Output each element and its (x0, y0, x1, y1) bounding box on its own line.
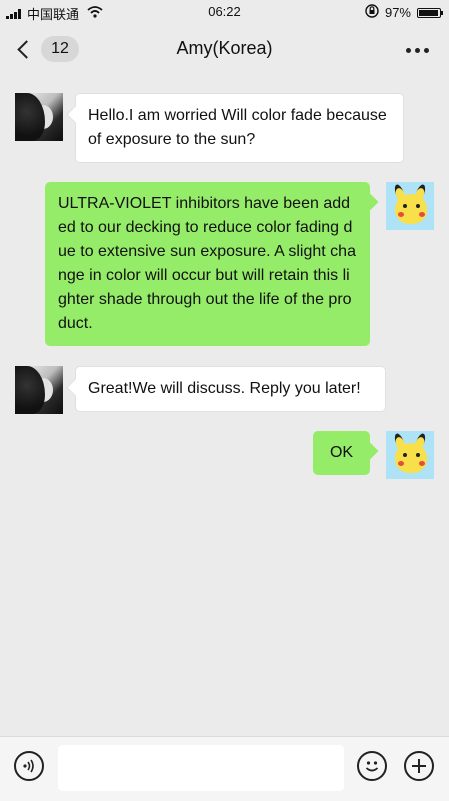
emoji-icon (365, 761, 379, 772)
message-bubble-outgoing[interactable]: OK (313, 431, 370, 475)
message-bubble-incoming[interactable]: Great!We will discuss. Reply you later! (75, 366, 386, 412)
message-text: Hello.I am worried Will color fade becau… (88, 107, 387, 148)
battery-percent: 97% (384, 5, 411, 20)
emoji-button[interactable] (357, 751, 387, 781)
contact-avatar[interactable] (15, 366, 63, 414)
message-text: OK (329, 444, 354, 461)
rotation-lock-icon (365, 4, 379, 21)
voice-button[interactable] (14, 751, 44, 781)
self-avatar[interactable] (386, 182, 434, 230)
status-bar: 中国联通 06:22 97% (0, 0, 449, 24)
more-options-button[interactable] (406, 48, 429, 53)
plus-button[interactable] (404, 751, 434, 781)
contact-avatar[interactable] (15, 93, 63, 141)
message-bubble-incoming[interactable]: Hello.I am worried Will color fade becau… (75, 93, 404, 163)
more-dots-icon (406, 48, 411, 53)
message-text: ULTRA-VIOLET inhibitors have been added … (58, 195, 356, 332)
battery-icon (417, 7, 443, 18)
voice-icon (23, 759, 34, 773)
message-text: Great!We will discuss. Reply you later! (88, 380, 361, 397)
chat-title: Amy(Korea) (176, 38, 273, 58)
plus-icon (412, 759, 426, 773)
nav-bar: 12 Amy(Korea) (0, 24, 449, 76)
self-avatar[interactable] (386, 431, 434, 479)
input-bar (0, 736, 449, 801)
message-input[interactable] (58, 745, 344, 791)
message-bubble-outgoing[interactable]: ULTRA-VIOLET inhibitors have been added … (45, 182, 370, 346)
